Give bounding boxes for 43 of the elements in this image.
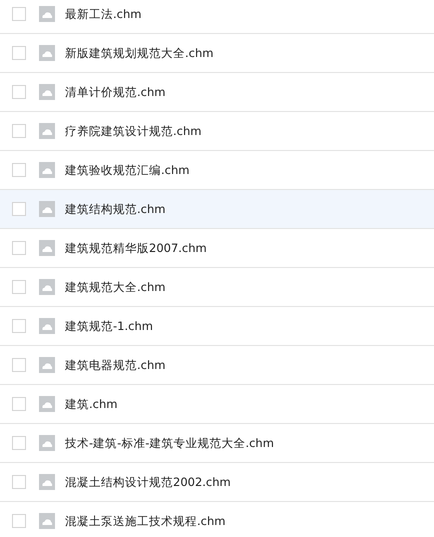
checkbox[interactable]: [12, 124, 26, 138]
file-name: 建筑规范-1.chm: [65, 318, 153, 334]
file-icon: [39, 435, 55, 451]
checkbox[interactable]: [12, 514, 26, 528]
checkbox[interactable]: [12, 475, 26, 489]
checkbox[interactable]: [12, 436, 26, 450]
checkbox[interactable]: [12, 241, 26, 255]
file-name: 疗养院建筑设计规范.chm: [65, 124, 202, 138]
file-icon: [39, 318, 55, 334]
checkbox[interactable]: [12, 319, 26, 333]
checkbox[interactable]: [12, 85, 26, 99]
file-icon: [39, 123, 55, 139]
file-icon: [39, 84, 55, 100]
file-name: 混凝土结构设计规范2002.chm: [65, 474, 231, 490]
checkbox[interactable]: [12, 358, 26, 372]
file-name: 建筑.chm: [65, 396, 118, 412]
file-name: 新版建筑规划规范大全.chm: [65, 46, 214, 60]
file-icon: [39, 357, 55, 373]
checkbox[interactable]: [12, 46, 26, 60]
file-name: 混凝土泵送施工技术规程.chm: [65, 514, 226, 528]
file-name: 最新工法.chm: [65, 6, 142, 22]
checkbox[interactable]: [12, 397, 26, 411]
file-row[interactable]: 建筑结构规范.chm: [0, 190, 434, 229]
file-icon: [39, 162, 55, 178]
file-icon: [39, 474, 55, 490]
file-icon: [39, 279, 55, 295]
file-name: 建筑规范大全.chm: [65, 280, 166, 294]
file-icon: [39, 396, 55, 412]
file-icon: [39, 240, 55, 256]
file-icon: [39, 513, 55, 529]
file-name: 建筑规范精华版2007.chm: [65, 240, 207, 256]
file-icon: [39, 201, 55, 217]
file-name: 建筑电器规范.chm: [65, 358, 166, 372]
file-name: 技术-建筑-标准-建筑专业规范大全.chm: [65, 436, 274, 450]
checkbox[interactable]: [12, 7, 26, 21]
file-name: 清单计价规范.chm: [65, 84, 166, 100]
file-name: 建筑结构规范.chm: [65, 202, 166, 216]
checkbox[interactable]: [12, 280, 26, 294]
file-icon: [39, 6, 55, 22]
file-icon: [39, 45, 55, 61]
file-name: 建筑验收规范汇编.chm: [65, 162, 190, 178]
checkbox[interactable]: [12, 163, 26, 177]
checkbox[interactable]: [12, 202, 26, 216]
